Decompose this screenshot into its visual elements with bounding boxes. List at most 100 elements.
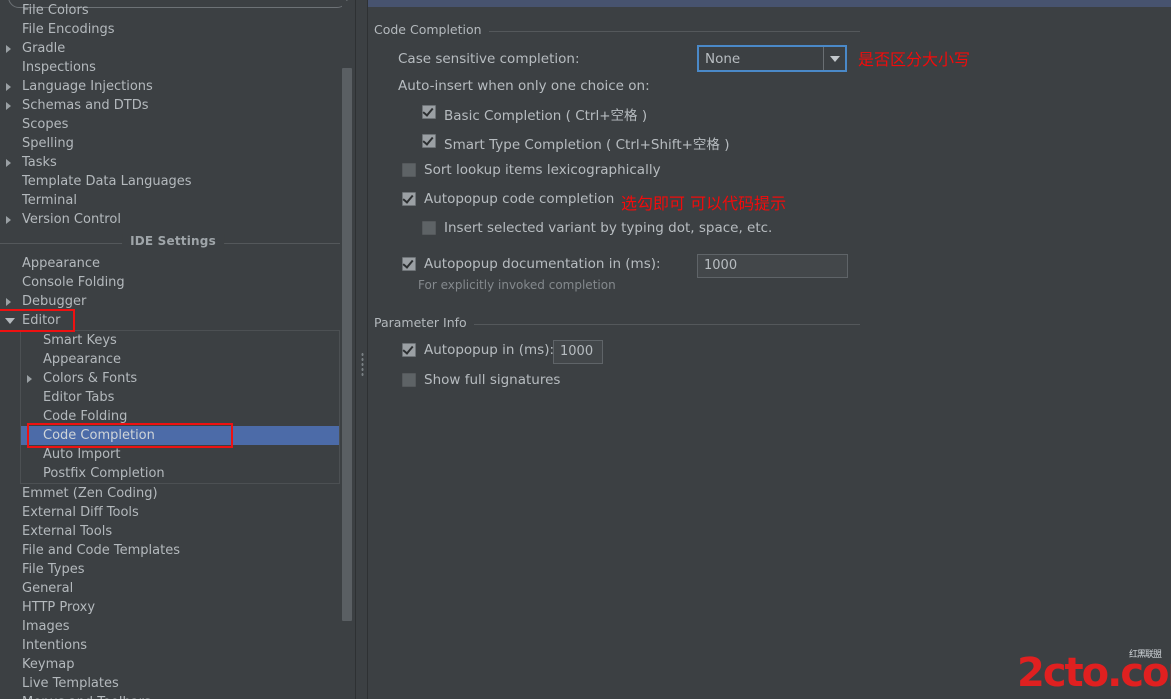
sidebar-item-file-and-code-templates[interactable]: File and Code Templates bbox=[0, 541, 346, 560]
sidebar-item-label: External Tools bbox=[22, 522, 112, 541]
sidebar-item-file-types[interactable]: File Types bbox=[0, 560, 346, 579]
sidebar-item-tasks[interactable]: Tasks bbox=[0, 153, 346, 172]
sidebar-item-label: Console Folding bbox=[22, 273, 125, 292]
case-sensitive-label: Case sensitive completion: bbox=[398, 51, 580, 67]
sort-lookup-checkbox[interactable] bbox=[402, 163, 416, 177]
sidebar-item-label: Editor Tabs bbox=[43, 388, 114, 407]
sidebar-item-general[interactable]: General bbox=[0, 579, 346, 598]
sidebar-item-label: Colors & Fonts bbox=[43, 369, 137, 388]
sidebar-item-terminal[interactable]: Terminal bbox=[0, 191, 346, 210]
sidebar-item-label: Language Injections bbox=[22, 77, 153, 96]
sidebar-item-version-control[interactable]: Version Control bbox=[0, 210, 346, 229]
autopopup-documentation-checkbox[interactable] bbox=[402, 257, 416, 271]
sidebar-item-label: Version Control bbox=[22, 210, 121, 229]
sidebar-item-gradle[interactable]: Gradle bbox=[0, 39, 346, 58]
sidebar-item-template-data-languages[interactable]: Template Data Languages bbox=[0, 172, 346, 191]
parameter-autopopup-checkbox[interactable] bbox=[402, 343, 416, 357]
sidebar-item-images[interactable]: Images bbox=[0, 617, 346, 636]
separator-label: IDE Settings bbox=[122, 234, 224, 248]
sidebar-item-label: External Diff Tools bbox=[22, 503, 139, 522]
sidebar-item-appearance[interactable]: Appearance bbox=[0, 254, 346, 273]
sidebar-item-label: Template Data Languages bbox=[22, 172, 192, 191]
sidebar-item-label: Spelling bbox=[22, 134, 74, 153]
sidebar-item-label: Schemas and DTDs bbox=[22, 96, 149, 115]
editor-children-panel: Smart KeysAppearanceColors & FontsEditor… bbox=[20, 330, 340, 484]
sidebar-scrollbar-thumb[interactable] bbox=[342, 68, 352, 621]
sidebar-item-code-folding[interactable]: Code Folding bbox=[21, 407, 339, 426]
sidebar-item-label: File and Code Templates bbox=[22, 541, 180, 560]
sidebar-item-schemas-and-dtds[interactable]: Schemas and DTDs bbox=[0, 96, 346, 115]
sidebar-item-label: Intentions bbox=[22, 636, 87, 655]
chevron-right-icon[interactable] bbox=[6, 83, 11, 91]
chevron-right-icon[interactable] bbox=[6, 102, 11, 110]
sidebar-item-label: Appearance bbox=[43, 350, 121, 369]
autopopup-documentation-hint: For explicitly invoked completion bbox=[418, 278, 616, 292]
parameter-info-group: Parameter Info bbox=[374, 315, 860, 316]
sidebar-item-menus-and-toolbars[interactable]: Menus and Toolbars bbox=[0, 693, 346, 699]
autopopup-code-completion-checkbox[interactable] bbox=[402, 192, 416, 206]
settings-tree[interactable]: File ColorsFile EncodingsGradleInspectio… bbox=[0, 1, 346, 699]
settings-tree-panel: File ColorsFile EncodingsGradleInspectio… bbox=[0, 0, 356, 699]
sidebar-item-external-tools[interactable]: External Tools bbox=[0, 522, 346, 541]
sidebar-item-label: Live Templates bbox=[22, 674, 119, 693]
chevron-down-icon[interactable] bbox=[5, 318, 15, 324]
sidebar-item-auto-import[interactable]: Auto Import bbox=[21, 445, 339, 464]
sidebar-item-external-diff-tools[interactable]: External Diff Tools bbox=[0, 503, 346, 522]
sidebar-item-language-injections[interactable]: Language Injections bbox=[0, 77, 346, 96]
sidebar-item-label: General bbox=[22, 579, 73, 598]
sidebar-item-code-completion[interactable]: Code Completion bbox=[21, 426, 339, 445]
sidebar-item-label: Code Completion bbox=[43, 426, 155, 445]
code-completion-group: Code Completion bbox=[374, 22, 860, 23]
sidebar-item-label: Smart Keys bbox=[43, 331, 117, 350]
panel-splitter[interactable] bbox=[357, 0, 368, 699]
autopopup-documentation-input[interactable]: 1000 bbox=[697, 254, 848, 278]
chevron-right-icon[interactable] bbox=[6, 159, 11, 167]
sidebar-item-emmet-zen-coding[interactable]: Emmet (Zen Coding) bbox=[0, 484, 346, 503]
chevron-right-icon[interactable] bbox=[27, 375, 32, 383]
chevron-down-icon[interactable] bbox=[823, 47, 845, 70]
sidebar-item-smart-keys[interactable]: Smart Keys bbox=[21, 331, 339, 350]
chevron-right-icon[interactable] bbox=[6, 216, 11, 224]
show-full-signatures-checkbox[interactable] bbox=[402, 373, 416, 387]
sidebar-item-live-templates[interactable]: Live Templates bbox=[0, 674, 346, 693]
sidebar-item-console-folding[interactable]: Console Folding bbox=[0, 273, 346, 292]
sidebar-item-debugger[interactable]: Debugger bbox=[0, 292, 346, 311]
sidebar-item-http-proxy[interactable]: HTTP Proxy bbox=[0, 598, 346, 617]
sidebar-item-inspections[interactable]: Inspections bbox=[0, 58, 346, 77]
annotation-case-sensitive: 是否区分大小写 bbox=[858, 46, 970, 70]
sidebar-item-colors-fonts[interactable]: Colors & Fonts bbox=[21, 369, 339, 388]
chevron-right-icon[interactable] bbox=[6, 298, 11, 306]
sidebar-item-keymap[interactable]: Keymap bbox=[0, 655, 346, 674]
sidebar-item-file-colors[interactable]: File Colors bbox=[0, 1, 346, 20]
sidebar-item-spelling[interactable]: Spelling bbox=[0, 134, 346, 153]
sidebar-item-postfix-completion[interactable]: Postfix Completion bbox=[21, 464, 339, 483]
sidebar-item-label: Terminal bbox=[22, 191, 77, 210]
sidebar-item-appearance[interactable]: Appearance bbox=[21, 350, 339, 369]
ide-settings-separator: IDE Settings bbox=[0, 232, 346, 254]
project-settings-group: File ColorsFile EncodingsGradleInspectio… bbox=[0, 1, 346, 229]
sidebar-item-label: Code Folding bbox=[43, 407, 127, 426]
sidebar-item-label: File Types bbox=[22, 560, 85, 579]
sidebar-item-editor[interactable]: Editor bbox=[0, 311, 346, 330]
sidebar-item-label: Menus and Toolbars bbox=[22, 693, 151, 699]
sidebar-item-editor-tabs[interactable]: Editor Tabs bbox=[21, 388, 339, 407]
basic-completion-checkbox[interactable] bbox=[422, 105, 436, 119]
chevron-right-icon[interactable] bbox=[6, 45, 11, 53]
smart-type-completion-checkbox[interactable] bbox=[422, 134, 436, 148]
parameter-autopopup-input[interactable]: 1000 bbox=[553, 340, 603, 364]
autopopup-documentation-label: Autopopup documentation in (ms): bbox=[424, 256, 661, 272]
sidebar-item-intentions[interactable]: Intentions bbox=[0, 636, 346, 655]
ide-settings-group-bottom: Emmet (Zen Coding)External Diff ToolsExt… bbox=[0, 484, 346, 699]
case-sensitive-value: None bbox=[699, 51, 823, 67]
sidebar-item-label: Emmet (Zen Coding) bbox=[22, 484, 158, 503]
case-sensitive-dropdown[interactable]: None bbox=[697, 45, 847, 72]
insert-selected-variant-checkbox[interactable] bbox=[422, 221, 436, 235]
sidebar-item-file-encodings[interactable]: File Encodings bbox=[0, 20, 346, 39]
panel-titlebar bbox=[368, 0, 1171, 7]
show-full-signatures-label: Show full signatures bbox=[424, 372, 560, 388]
group-title-code-completion: Code Completion bbox=[374, 22, 489, 37]
sidebar-item-scopes[interactable]: Scopes bbox=[0, 115, 346, 134]
sidebar-item-label: File Colors bbox=[22, 1, 89, 20]
sidebar-item-label: Images bbox=[22, 617, 70, 636]
sidebar-item-label: File Encodings bbox=[22, 20, 115, 39]
